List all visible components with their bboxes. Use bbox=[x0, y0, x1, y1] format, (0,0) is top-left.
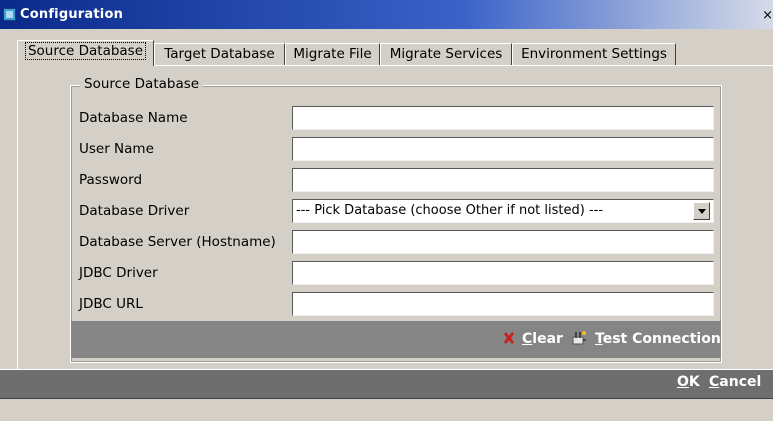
close-button[interactable]: × bbox=[762, 9, 773, 22]
cancel-button[interactable]: Cancel bbox=[709, 374, 761, 390]
tab-environment-settings[interactable]: Environment Settings bbox=[512, 43, 676, 65]
chevron-down-icon[interactable] bbox=[693, 202, 710, 220]
database-driver-value: --- Pick Database (choose Other if not l… bbox=[296, 203, 604, 218]
tab-migrate-services[interactable]: Migrate Services bbox=[380, 43, 512, 65]
title-bar[interactable]: Configuration × bbox=[0, 0, 773, 29]
clear-mnemonic: C bbox=[522, 331, 533, 347]
tab-label: Source Database bbox=[24, 42, 147, 60]
cancel-mnemonic: C bbox=[709, 374, 720, 390]
group-title: Source Database bbox=[80, 76, 204, 92]
ok-label: K bbox=[688, 374, 700, 390]
password-label: Password bbox=[79, 172, 143, 188]
status-strip bbox=[0, 398, 773, 421]
tab-source-database[interactable]: Source Database bbox=[17, 40, 154, 66]
test-label: est Connection bbox=[602, 331, 721, 347]
clear-icon[interactable] bbox=[502, 331, 516, 345]
app-icon bbox=[3, 8, 16, 21]
database-driver-select[interactable]: --- Pick Database (choose Other if not l… bbox=[292, 199, 714, 223]
database-driver-label: Database Driver bbox=[79, 203, 190, 219]
ok-button[interactable]: OK bbox=[677, 374, 700, 390]
tab-migrate-file[interactable]: Migrate File bbox=[285, 43, 380, 65]
jdbc-url-input[interactable] bbox=[292, 292, 714, 316]
tab-label: Environment Settings bbox=[521, 46, 667, 62]
database-server-label: Database Server (Hostname) bbox=[79, 234, 276, 250]
tab-label: Target Database bbox=[164, 46, 275, 62]
tab-label: Migrate File bbox=[293, 46, 372, 62]
tab-label: Migrate Services bbox=[389, 46, 503, 62]
plug-icon[interactable] bbox=[570, 329, 588, 347]
jdbc-driver-input[interactable] bbox=[292, 261, 714, 285]
database-server-input[interactable] bbox=[292, 230, 714, 254]
window-title: Configuration bbox=[20, 7, 124, 22]
test-mnemonic: T bbox=[595, 331, 603, 347]
clear-button[interactable]: Clear bbox=[522, 331, 563, 347]
database-name-label: Database Name bbox=[79, 110, 188, 126]
user-name-label: User Name bbox=[79, 141, 154, 157]
password-input[interactable] bbox=[292, 168, 714, 192]
dialog-button-bar bbox=[0, 369, 773, 399]
configuration-window: Configuration × Source Database Target D… bbox=[0, 0, 773, 421]
ok-mnemonic: O bbox=[677, 374, 689, 390]
tab-target-database[interactable]: Target Database bbox=[154, 43, 285, 65]
jdbc-url-label: JDBC URL bbox=[79, 296, 143, 312]
test-connection-button[interactable]: Test Connection bbox=[595, 331, 721, 347]
jdbc-driver-label: JDBC Driver bbox=[79, 265, 158, 281]
cancel-label: ancel bbox=[719, 374, 762, 390]
user-name-input[interactable] bbox=[292, 137, 714, 161]
clear-label: lear bbox=[532, 331, 563, 347]
database-name-input[interactable] bbox=[292, 106, 714, 130]
